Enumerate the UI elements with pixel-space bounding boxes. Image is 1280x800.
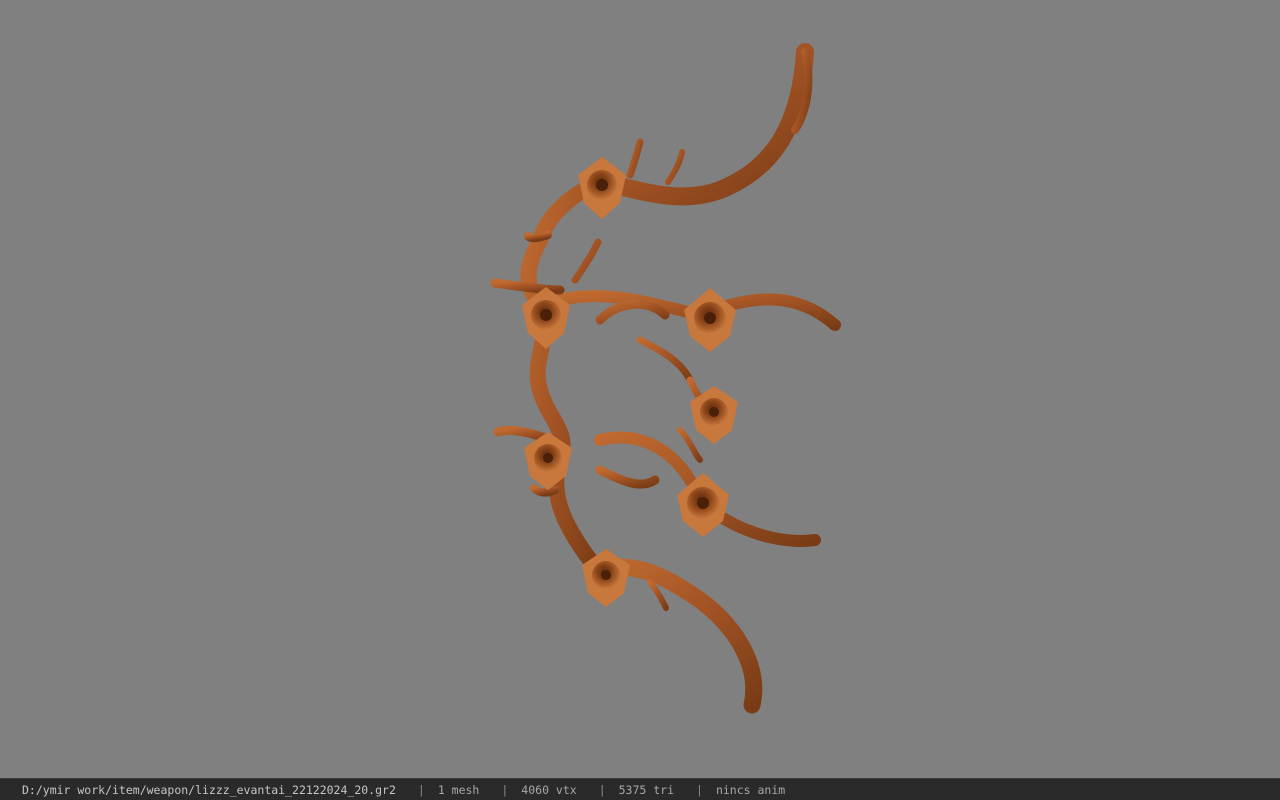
animation-status: nincs anim [715, 782, 786, 797]
separator: | [417, 782, 425, 797]
vertex-count: 4060 vtx [521, 782, 577, 797]
separator: | [598, 782, 606, 797]
status-bar: D:/ymir work/item/weapon/lizzz_evantai_2… [0, 778, 1280, 800]
mesh-count: 1 mesh [437, 782, 480, 797]
model-preview[interactable] [0, 0, 1280, 778]
separator: | [696, 782, 703, 797]
separator: | [501, 782, 509, 797]
3d-viewport[interactable] [0, 0, 1280, 778]
triangle-count: 5375 tri [618, 782, 675, 797]
vine-main-stem [490, 43, 841, 714]
file-path: D:/ymir work/item/weapon/lizzz_evantai_2… [22, 782, 396, 797]
